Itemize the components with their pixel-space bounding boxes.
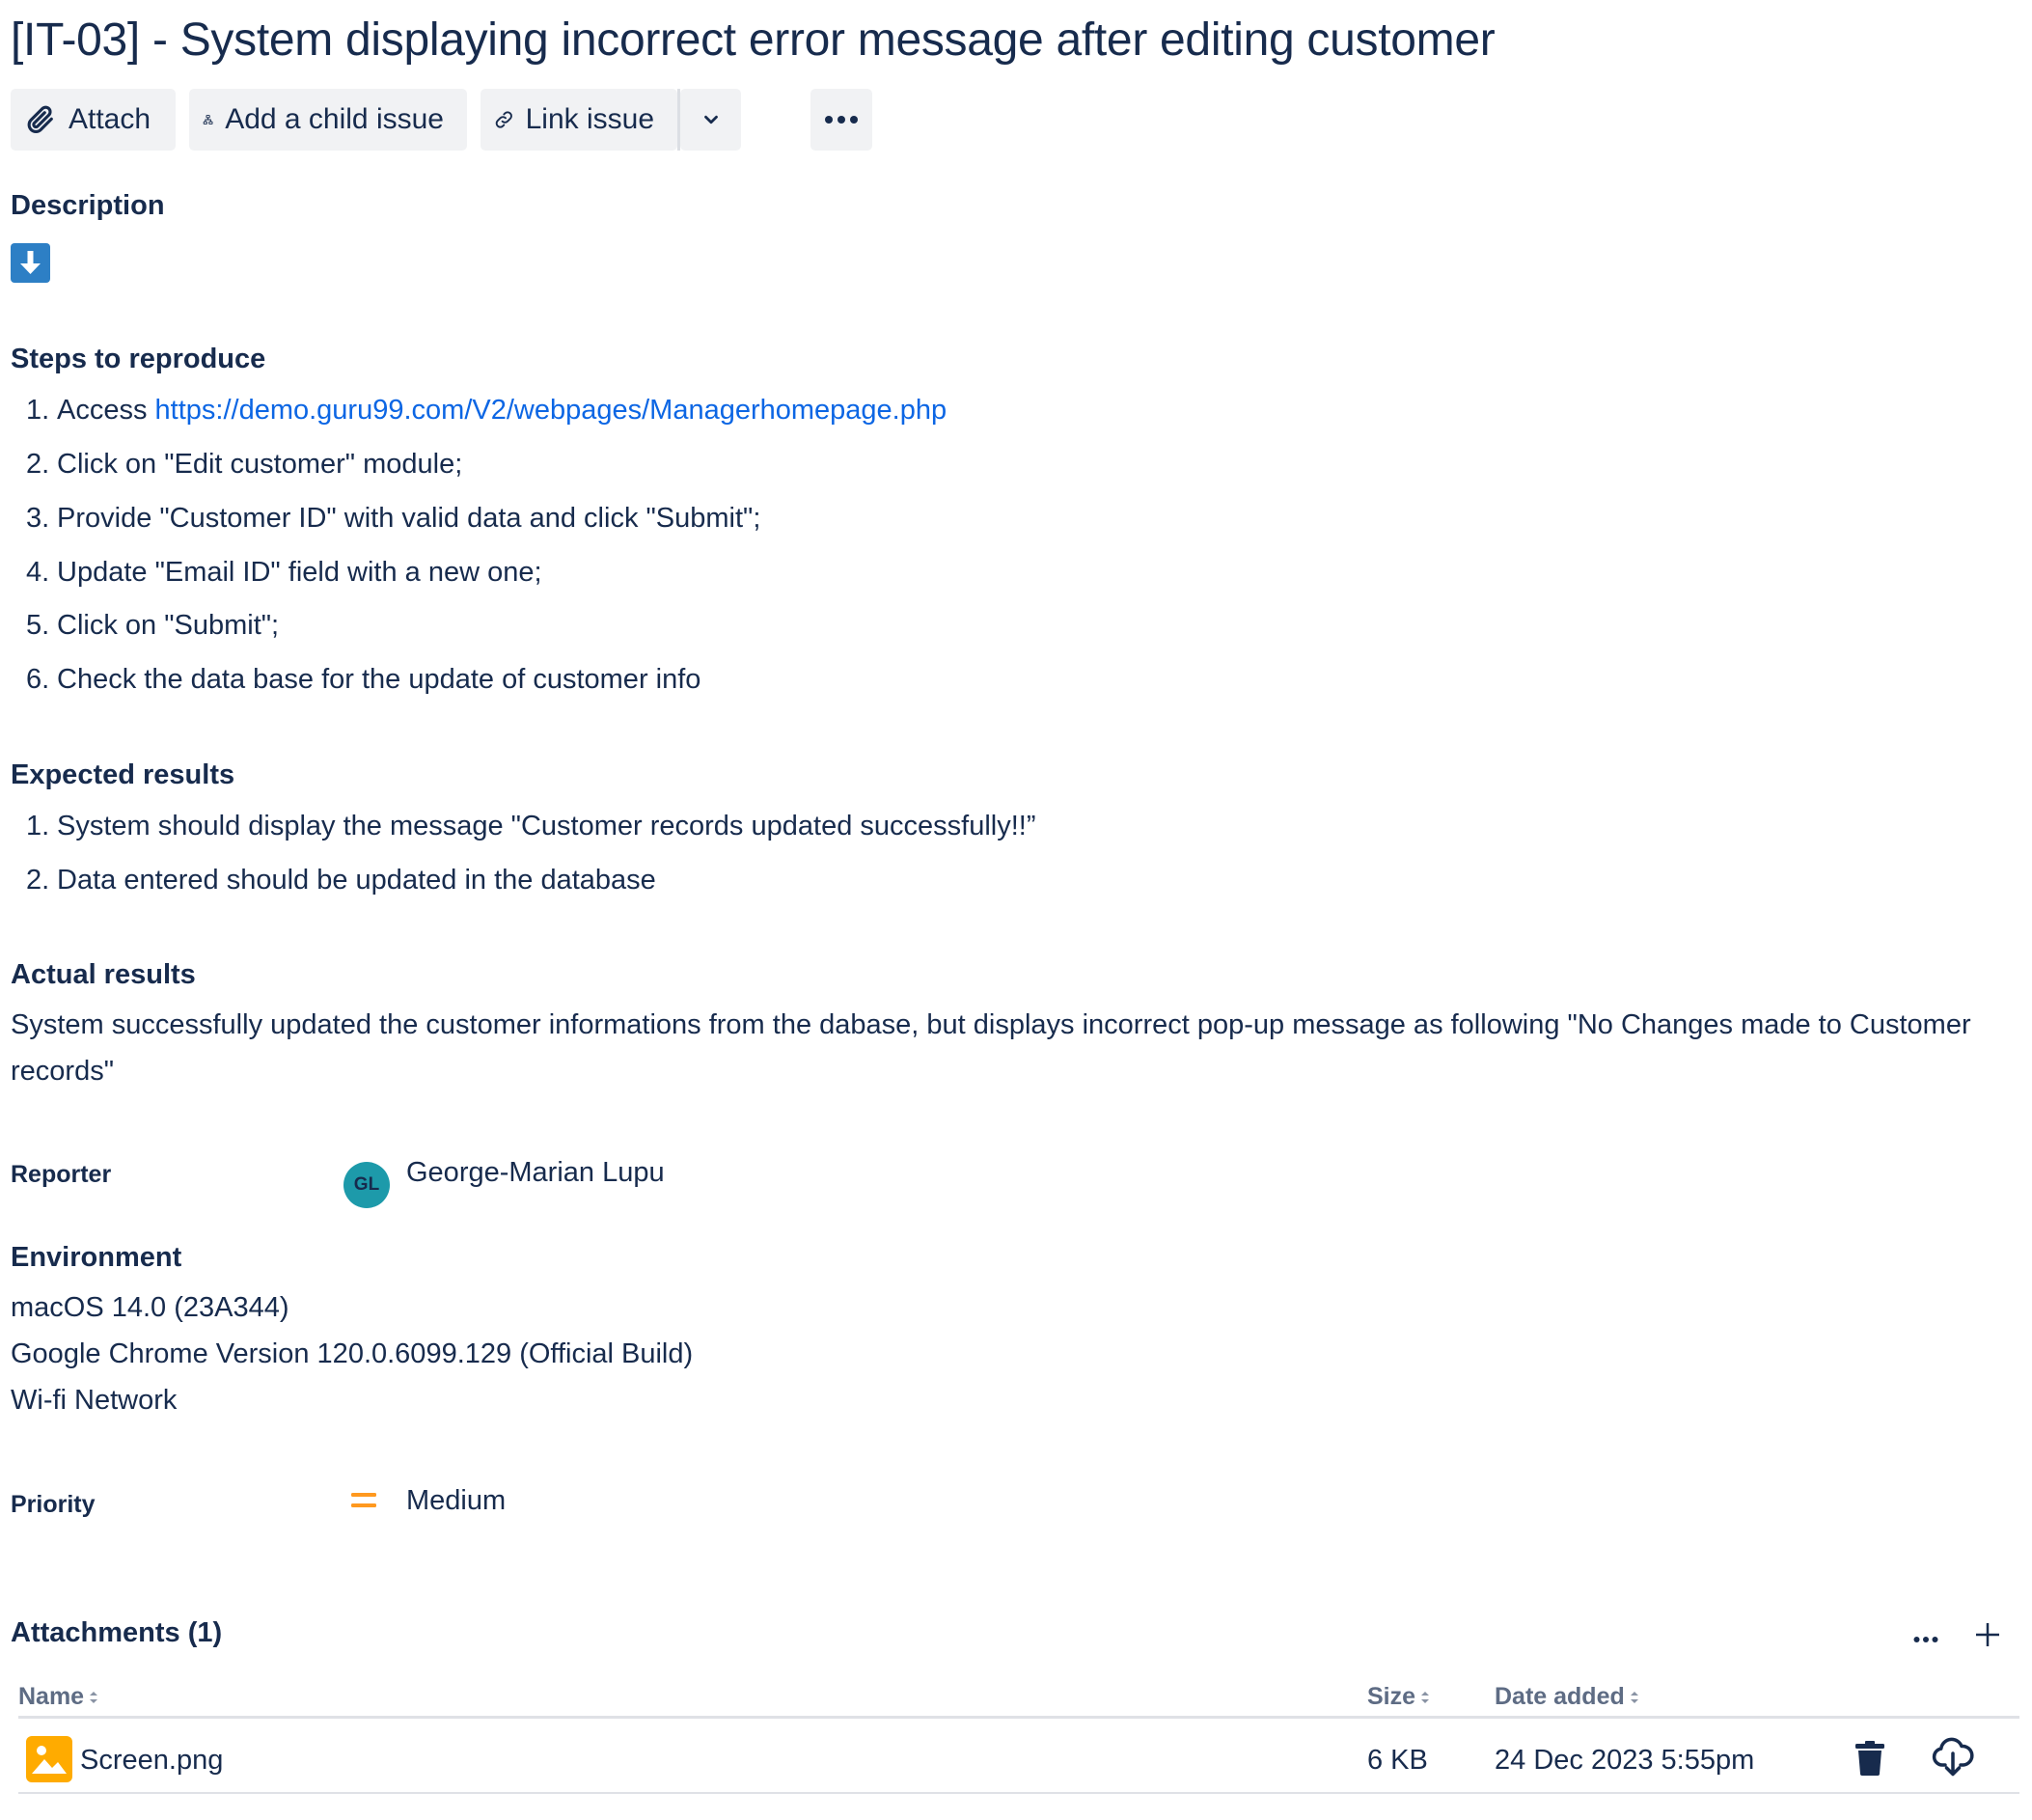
add-attachment-icon[interactable] [1975,1622,2000,1652]
attach-button[interactable]: Attach [11,89,176,151]
attachment-date: 24 Dec 2023 5:55pm [1495,1745,1755,1776]
table-row-divider [18,1792,2019,1794]
list-text: Provide "Customer ID" with valid data an… [57,503,761,534]
download-arrow-icon[interactable] [11,243,50,288]
environment-line: Wi-fi Network [11,1385,178,1416]
add-child-issue-button[interactable]: Add a child issue [189,89,467,151]
column-header-name[interactable]: Name [18,1683,98,1711]
attachment-name[interactable]: Screen.png [80,1745,223,1777]
environment-heading: Environment [11,1242,182,1273]
column-header-label: Size [1367,1683,1416,1710]
priority-value[interactable]: Medium [406,1485,506,1517]
manager-homepage-link[interactable]: https://demo.guru99.com/V2/webpages/Mana… [155,395,947,426]
list-number: 5. [26,610,50,641]
list-text: Check the data base for the update of cu… [57,664,701,695]
column-header-label: Name [18,1683,85,1710]
list-number: 6. [26,664,50,695]
list-text: Click on "Edit customer" module; [57,449,463,480]
list-number: 1. [26,395,50,426]
image-file-icon [26,1736,72,1787]
description-heading: Description [11,190,165,221]
column-header-label: Date added [1495,1683,1625,1710]
actual-heading: Actual results [11,959,196,990]
actual-results-line-2: records" [11,1056,114,1087]
more-actions-button[interactable] [810,89,872,151]
actual-results-line-1: System successfully updated the customer… [11,1009,1971,1040]
list-number: 1. [26,811,50,841]
paperclip-icon [27,105,53,133]
column-header-size[interactable]: Size [1367,1683,1430,1711]
step-prefix: Access [57,395,155,426]
attachments-heading: Attachments (1) [11,1617,223,1648]
child-issue-label: Add a child issue [225,103,444,135]
issue-title[interactable]: [IT-03] - System displaying incorrect er… [11,14,1496,67]
avatar[interactable]: GL [343,1162,390,1208]
list-text: Access https://demo.guru99.com/V2/webpag… [57,395,947,427]
list-text: System should display the message "Custo… [57,811,1036,841]
attachments-more-icon[interactable] [1913,1631,1938,1648]
list-number: 2. [26,449,50,480]
sort-icon [1630,1692,1638,1704]
environment-line: macOS 14.0 (23A344) [11,1292,289,1323]
sort-icon [90,1692,98,1704]
priority-label: Priority [11,1491,96,1518]
table-header-divider [18,1716,2019,1719]
link-icon [495,111,512,128]
list-number: 3. [26,503,50,534]
list-number: 2. [26,865,50,896]
cloud-download-icon[interactable] [1932,1737,1974,1782]
priority-medium-icon [351,1490,376,1516]
column-header-date[interactable]: Date added [1495,1683,1639,1711]
link-issue-dropdown-button[interactable] [680,89,741,151]
reporter-name[interactable]: George-Marian Lupu [406,1157,665,1189]
reporter-label: Reporter [11,1161,112,1188]
trash-icon[interactable] [1854,1741,1885,1780]
list-text: Data entered should be updated in the da… [57,865,656,896]
sort-icon [1421,1692,1430,1704]
steps-heading: Steps to reproduce [11,344,266,374]
link-issue-button[interactable]: Link issue [481,89,677,151]
attach-label: Attach [69,103,151,135]
chevron-down-icon [703,115,718,124]
link-issue-label: Link issue [525,103,654,135]
attachment-size: 6 KB [1367,1745,1428,1776]
expected-heading: Expected results [11,759,235,790]
environment-line: Google Chrome Version 120.0.6099.129 (Of… [11,1338,694,1369]
more-icon [825,116,858,124]
child-issue-icon [203,115,213,124]
list-text: Update "Email ID" field with a new one; [57,557,542,588]
list-text: Click on "Submit"; [57,610,280,641]
list-number: 4. [26,557,50,588]
issue-view: [IT-03] - System displaying incorrect er… [0,0,2032,1820]
